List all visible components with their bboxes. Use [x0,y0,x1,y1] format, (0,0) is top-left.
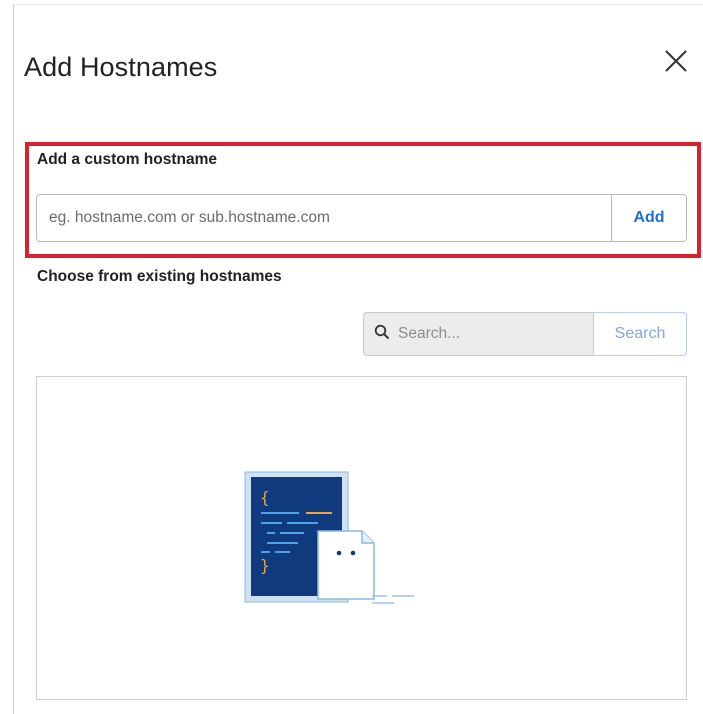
add-button[interactable]: Add [611,195,686,241]
existing-hostnames-list: { } [36,376,687,700]
empty-document-icon: { } [244,471,419,611]
search-icon [374,324,390,345]
search-button[interactable]: Search [593,312,687,356]
custom-hostname-row: Add [36,194,687,242]
svg-text:}: } [260,556,270,575]
custom-hostname-label: Add a custom hostname [37,151,217,168]
search-input[interactable] [396,324,580,344]
existing-hostnames-label: Choose from existing hostnames [37,268,282,285]
search-row: Search [363,312,687,356]
close-icon[interactable] [661,46,691,76]
search-box [363,312,593,356]
svg-text:{: { [260,488,270,507]
dialog-title: Add Hostnames [24,52,218,82]
custom-hostname-input[interactable] [37,195,611,241]
